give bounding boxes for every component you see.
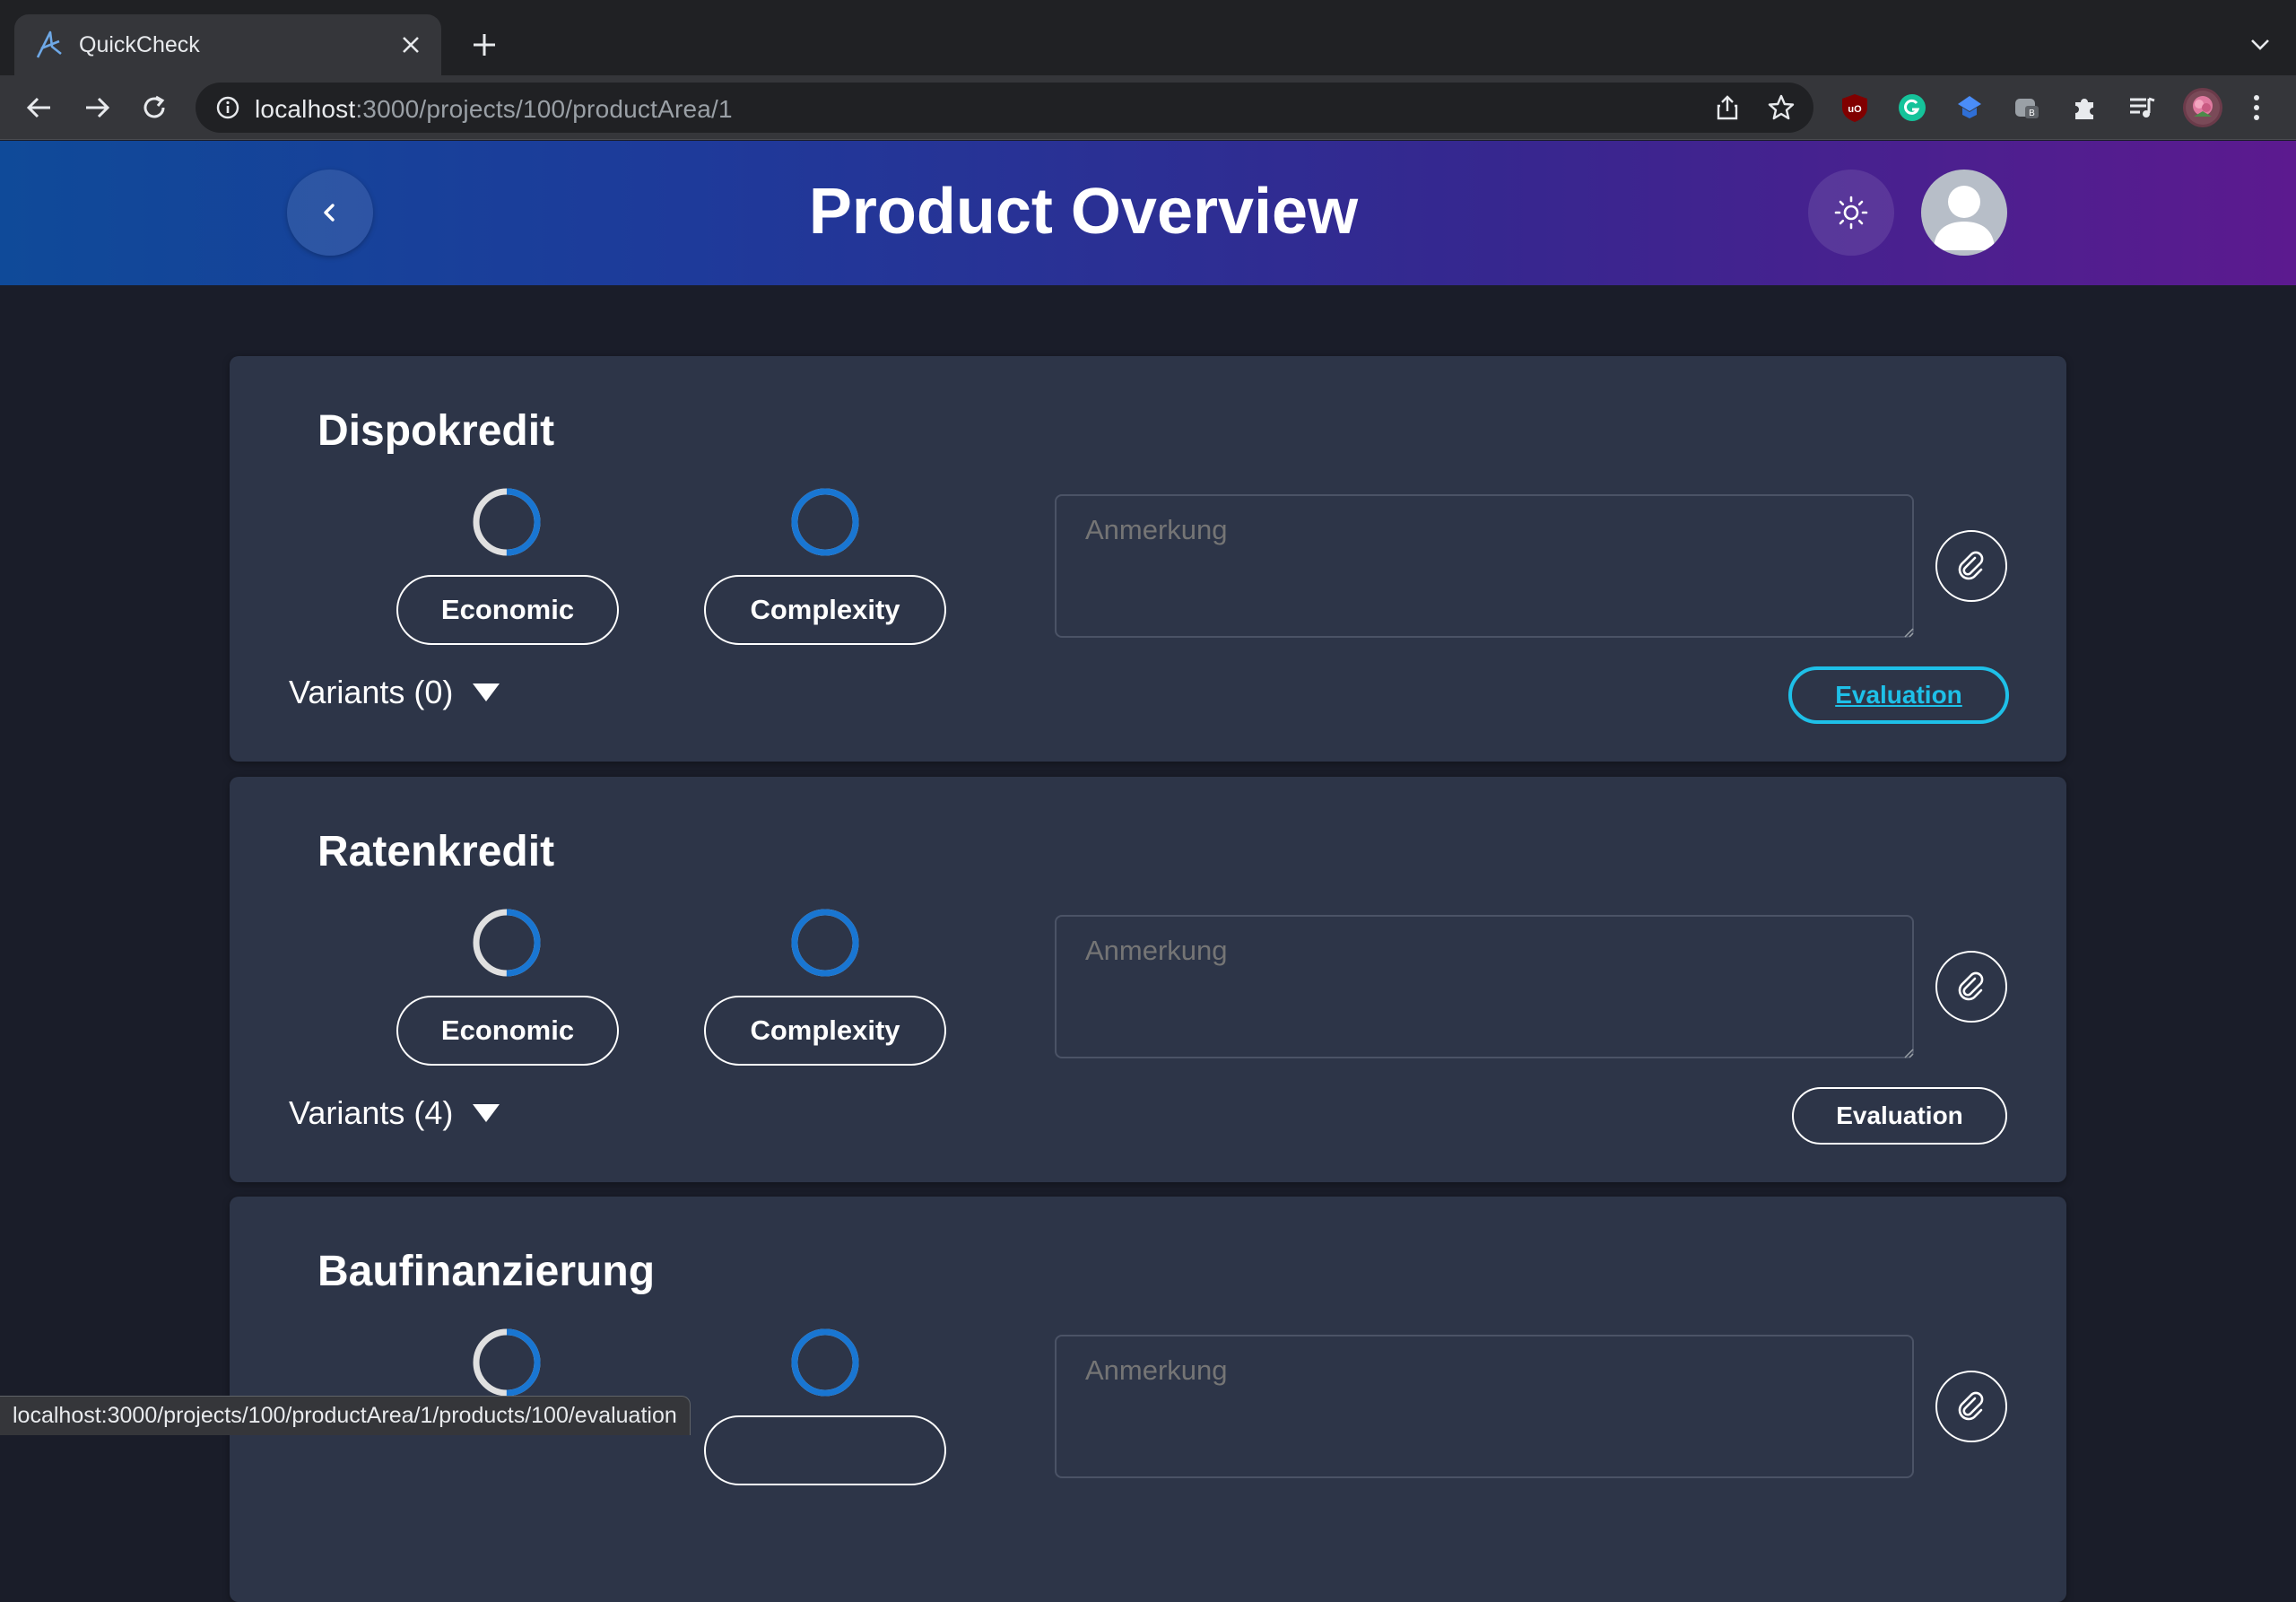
back-arrow-icon[interactable]	[18, 86, 61, 129]
theme-toggle-button[interactable]	[1808, 170, 1894, 256]
tab-close-icon[interactable]	[393, 27, 429, 63]
product-name: Baufinanzierung	[317, 1248, 656, 1295]
economic-gauge	[473, 1328, 541, 1397]
forward-arrow-icon[interactable]	[75, 86, 118, 129]
complexity-button[interactable]: Complexity	[704, 575, 946, 645]
economic-button[interactable]: Economic	[396, 575, 619, 645]
grammarly-icon[interactable]	[1896, 91, 1928, 124]
media-queue-icon[interactable]	[2126, 91, 2158, 124]
product-card: Dispokredit Economic Complexity Variants…	[230, 356, 2066, 762]
note-field[interactable]	[1055, 915, 1914, 1058]
resize-grip-icon[interactable]	[1903, 1048, 1914, 1058]
product-card: Ratenkredit Economic Complexity Variants…	[230, 777, 2066, 1182]
reload-icon[interactable]	[133, 86, 176, 129]
product-name: Ratenkredit	[317, 828, 555, 875]
browser-toolbar: localhost:3000/projects/100/productArea/…	[0, 75, 2296, 140]
kebab-menu-icon[interactable]	[2240, 91, 2273, 124]
attach-button[interactable]	[1935, 951, 2007, 1023]
attach-button[interactable]	[1935, 1371, 2007, 1442]
variants-label: Variants (0)	[289, 674, 454, 710]
economic-gauge	[473, 909, 541, 977]
app-header: Product Overview	[0, 141, 2296, 285]
complexity-button[interactable]: Complexity	[704, 996, 946, 1066]
svg-text:B: B	[2029, 109, 2035, 118]
browser-tab[interactable]: QuickCheck	[14, 14, 441, 75]
svg-text:uO: uO	[1848, 104, 1862, 115]
complexity-button[interactable]	[704, 1415, 946, 1485]
paperclip-icon	[1958, 971, 1984, 1001]
extension-blue-icon[interactable]	[1953, 91, 1986, 124]
note-field[interactable]	[1055, 1335, 1914, 1478]
evaluation-button[interactable]: Evaluation	[1792, 1087, 2007, 1145]
complexity-gauge	[791, 488, 859, 556]
quickcheck-logo-icon	[36, 30, 62, 58]
extension-gray-icon[interactable]: B	[2011, 91, 2043, 124]
paperclip-icon	[1958, 551, 1984, 580]
complexity-gauge	[791, 1328, 859, 1397]
user-avatar-icon[interactable]	[1921, 170, 2007, 256]
puzzle-icon[interactable]	[2068, 91, 2100, 124]
tab-title: QuickCheck	[79, 32, 200, 57]
evaluation-button[interactable]: Evaluation	[1788, 666, 2009, 724]
star-icon[interactable]	[1767, 93, 1796, 122]
caret-down-icon	[473, 683, 500, 701]
attach-button[interactable]	[1935, 530, 2007, 602]
variants-toggle[interactable]: Variants (0)	[289, 674, 500, 711]
url-text: localhost:3000/projects/100/productArea/…	[255, 95, 733, 123]
browser-tab-strip: QuickCheck	[0, 0, 2296, 75]
paperclip-icon	[1958, 1391, 1984, 1421]
economic-button[interactable]: Economic	[396, 996, 619, 1066]
variants-toggle[interactable]: Variants (4)	[289, 1094, 500, 1132]
address-bar[interactable]: localhost:3000/projects/100/productArea/…	[196, 83, 1813, 133]
info-icon[interactable]	[215, 95, 240, 120]
ublock-icon[interactable]: uO	[1839, 91, 1871, 124]
profile-icon[interactable]	[2183, 88, 2222, 127]
complexity-gauge	[791, 909, 859, 977]
sun-icon	[1834, 196, 1868, 230]
resize-grip-icon[interactable]	[1903, 627, 1914, 638]
status-url-tooltip: localhost:3000/projects/100/productArea/…	[0, 1396, 691, 1435]
note-field[interactable]	[1055, 494, 1914, 638]
chevron-down-icon[interactable]	[2242, 27, 2278, 63]
variants-label: Variants (4)	[289, 1094, 454, 1131]
product-name: Dispokredit	[317, 407, 555, 455]
economic-gauge	[473, 488, 541, 556]
share-icon[interactable]	[1713, 93, 1742, 122]
new-tab-icon[interactable]	[463, 23, 506, 66]
caret-down-icon	[473, 1104, 500, 1122]
